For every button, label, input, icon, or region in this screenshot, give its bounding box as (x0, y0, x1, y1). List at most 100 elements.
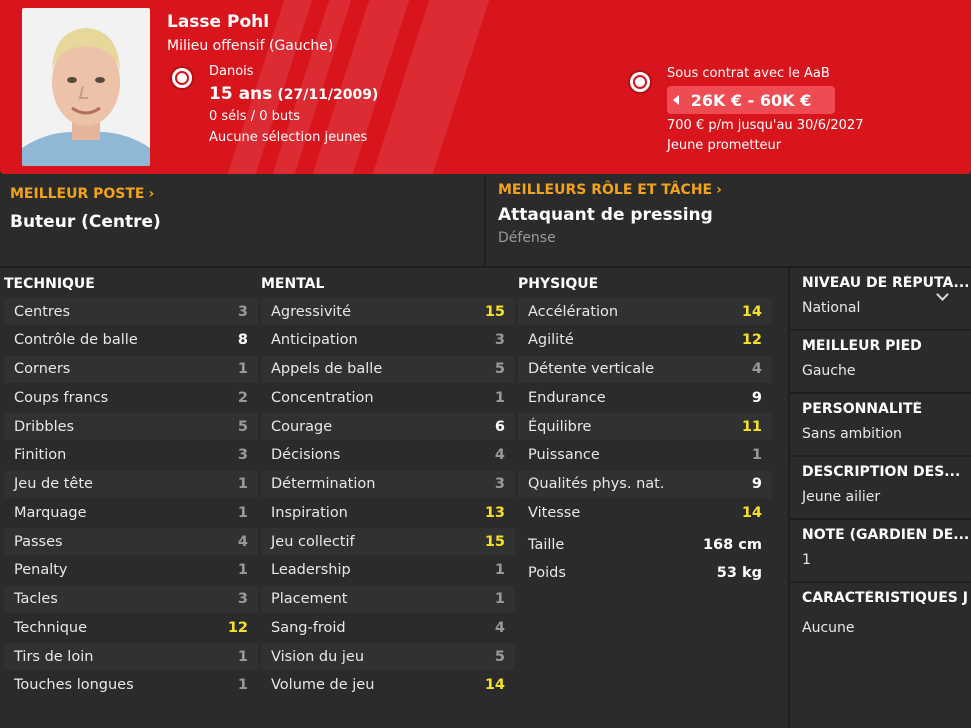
attribute-label: Qualités phys. nat. (528, 476, 665, 492)
chevron-right-icon: › (716, 182, 722, 198)
goalkeeper-rating-item[interactable]: NOTE (GARDIEN DE... 1 (790, 520, 971, 582)
attribute-row[interactable]: Contrôle de balle 8 (4, 327, 258, 354)
attribute-row[interactable]: Équilibre 11 (518, 413, 772, 440)
transfer-value: 26K € - 60K € (690, 90, 812, 110)
attribute-row[interactable]: Vision du jeu 5 (261, 643, 515, 670)
attribute-value: 12 (741, 332, 762, 349)
attribute-row[interactable]: Jeu de tête 1 (4, 470, 258, 498)
attribute-value: 13 (484, 504, 505, 521)
best-position-title[interactable]: MEILLEUR POSTE › (10, 186, 154, 202)
attribute-row[interactable]: Décisions 4 (261, 442, 515, 469)
best-role-value: Attaquant de pressing (498, 205, 713, 225)
attribute-value: 4 (751, 361, 762, 377)
attribute-row[interactable]: Détente verticale 4 (518, 355, 772, 383)
attribute-row[interactable]: Détermination 3 (261, 470, 515, 498)
nationality[interactable]: Danois (209, 64, 254, 79)
date-of-birth: (27/11/2009) (277, 87, 379, 103)
attribute-row[interactable]: Passes 4 (4, 528, 258, 555)
attribute-value: 3 (237, 447, 248, 464)
attribute-row[interactable]: Jeu collectif 15 (261, 528, 515, 555)
attribute-row[interactable]: Agilité 12 (518, 327, 772, 354)
attribute-row[interactable]: Tirs de loin 1 (4, 643, 258, 670)
attribute-row[interactable]: Endurance 9 (518, 384, 772, 411)
reputation-value: National (802, 300, 861, 316)
preferred-foot-title: MEILLEUR PIED (802, 338, 922, 354)
attribute-label: Finition (14, 447, 67, 464)
attribute-row[interactable]: Penalty 1 (4, 557, 258, 584)
attribute-row[interactable]: Volume de jeu 14 (261, 672, 515, 699)
attribute-row[interactable]: Finition 3 (4, 442, 258, 469)
attribute-row[interactable]: Accélération 14 (518, 298, 772, 325)
player-info-panel: NIVEAU DE RÉPUTA... National MEILLEUR PI… (788, 268, 971, 728)
media-description-item[interactable]: DESCRIPTION DES... Jeune ailier (790, 457, 971, 519)
attribute-label: Tacles (14, 591, 58, 607)
attribute-label: Passes (14, 533, 63, 550)
attribute-row[interactable]: Tacles 3 (4, 585, 258, 613)
height-value: 168 cm (702, 536, 762, 553)
attribute-value: 14 (741, 504, 762, 521)
personality-item[interactable]: PERSONNALITÉ Sans ambition (790, 394, 971, 456)
player-name[interactable]: Lasse Pohl (167, 12, 269, 32)
attribute-row[interactable]: Placement 1 (261, 585, 515, 613)
reputation-item[interactable]: NIVEAU DE RÉPUTA... National (790, 268, 971, 330)
attribute-label: Concentration (271, 389, 374, 406)
player-traits-item[interactable]: CARACTÉRISTIQUES J Aucune (790, 583, 971, 653)
attribute-value: 14 (484, 677, 505, 694)
attribute-row[interactable]: Corners 1 (4, 355, 258, 383)
attribute-value: 4 (237, 533, 248, 550)
attribute-row[interactable]: Qualités phys. nat. 9 (518, 470, 772, 498)
attribute-label: Décisions (271, 447, 341, 464)
attribute-row[interactable]: Concentration 1 (261, 384, 515, 411)
attribute-row[interactable]: Vitesse 14 (518, 499, 772, 526)
attribute-label: Leadership (271, 562, 351, 579)
attribute-value: 1 (237, 562, 248, 579)
attribute-row[interactable]: Dribbles 5 (4, 413, 258, 440)
attribute-label: Sang-froid (271, 619, 346, 636)
attribute-value: 9 (751, 476, 762, 492)
attribute-value: 4 (494, 447, 505, 464)
attribute-row[interactable]: Leadership 1 (261, 557, 515, 584)
attribute-label: Accélération (528, 303, 619, 320)
attribute-row[interactable]: Puissance 1 (518, 442, 772, 469)
personality-title: PERSONNALITÉ (802, 401, 923, 417)
attribute-value: 5 (237, 418, 248, 435)
best-position-title-text: MEILLEUR POSTE (10, 186, 145, 202)
attribute-value: 6 (494, 418, 505, 435)
wage-info: 700 € p/m jusqu'au 30/6/2027 (667, 118, 864, 133)
attribute-label: Détente verticale (528, 361, 655, 377)
best-role-title[interactable]: MEILLEURS RÔLE ET TÂCHE › (498, 182, 722, 198)
attribute-row[interactable]: Coups francs 2 (4, 384, 258, 411)
attribute-row[interactable]: Courage 6 (261, 413, 515, 440)
attribute-row[interactable]: Centres 3 (4, 298, 258, 325)
contract-club[interactable]: Sous contrat avec le AaB (667, 66, 830, 81)
weight-value: 53 kg (716, 564, 762, 581)
player-traits-title: CARACTÉRISTIQUES J (802, 590, 968, 606)
attribute-row[interactable]: Touches longues 1 (4, 672, 258, 699)
attribute-label: Anticipation (271, 332, 358, 349)
attribute-value: 1 (751, 447, 762, 464)
attribute-label: Vitesse (528, 504, 581, 521)
attribute-label: Vision du jeu (271, 648, 365, 665)
club-crest-icon[interactable] (628, 70, 652, 94)
attribute-label: Détermination (271, 476, 376, 492)
attribute-row[interactable]: Technique 12 (4, 614, 258, 641)
attribute-row[interactable]: Inspiration 13 (261, 499, 515, 526)
attribute-row[interactable]: Appels de balle 5 (261, 355, 515, 383)
attribute-row[interactable]: Sang-froid 4 (261, 614, 515, 641)
attribute-label: Coups francs (14, 389, 109, 406)
transfer-value-badge[interactable]: 26K € - 60K € (667, 86, 835, 114)
arrow-left-icon (673, 95, 679, 105)
media-description-value: Jeune ailier (802, 489, 881, 505)
attribute-label: Marquage (14, 504, 87, 521)
attribute-label: Endurance (528, 389, 606, 406)
personality-value: Sans ambition (802, 426, 902, 442)
nation-crest-icon[interactable] (170, 66, 194, 90)
attribute-row[interactable]: Marquage 1 (4, 499, 258, 526)
attribute-row[interactable]: Agressivité 15 (261, 298, 515, 325)
best-role-panel: MEILLEURS RÔLE ET TÂCHE › Attaquant de pr… (487, 174, 971, 266)
attribute-label: Appels de balle (271, 361, 383, 377)
attribute-row[interactable]: Anticipation 3 (261, 327, 515, 354)
attribute-label: Agressivité (271, 303, 352, 320)
attribute-label: Volume de jeu (271, 677, 375, 694)
attribute-value: 12 (227, 619, 248, 636)
